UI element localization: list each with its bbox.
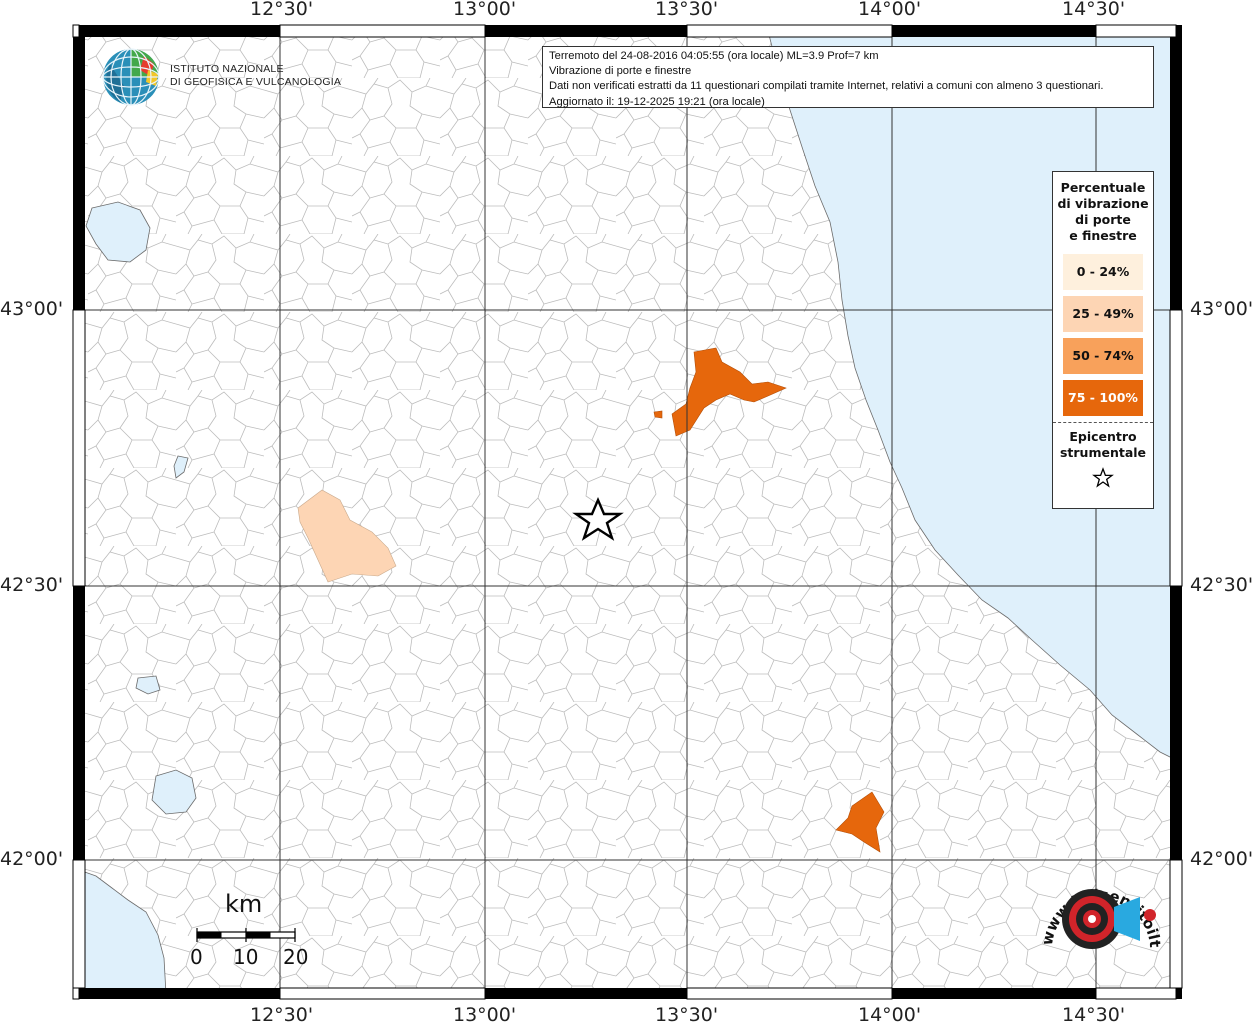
legend-title-line1: Percentuale (1060, 180, 1146, 195)
legend-separator (1053, 422, 1153, 423)
municipality-75-100-small (653, 410, 663, 419)
legend-title-line4: e finestre (1069, 228, 1137, 243)
legend-item-25-49: 25 - 49% (1063, 296, 1143, 332)
scale-title: km (225, 890, 263, 918)
event-info-line1: Terremoto del 24-08-2016 04:05:55 (ora l… (549, 50, 879, 62)
legend-epicenter-line2: strumentale (1059, 445, 1147, 460)
lat-label-right-3: 42°00' (1190, 848, 1254, 870)
lon-label-bottom-2: 13°00' (453, 1004, 517, 1026)
lon-label-bottom-5: 14°30' (1062, 1004, 1126, 1026)
legend-item-50-74: 50 - 74% (1063, 338, 1143, 374)
event-info-line2: Vibrazione di porte e finestre (549, 65, 692, 78)
lat-label-left-3: 42°00' (0, 848, 64, 870)
lon-label-top-1: 12°30' (250, 0, 314, 20)
legend-title-line2: di vibrazione (1057, 196, 1149, 211)
event-info-line4: Aggiornato il: 19-12-2025 19:21 (ora loc… (549, 95, 765, 108)
lat-label-right-2: 42°30' (1190, 574, 1254, 596)
lon-label-top-2: 13°00' (453, 0, 517, 20)
lat-label-left-1: 43°00' (0, 298, 64, 320)
lat-label-right-1: 43°00' (1190, 298, 1254, 320)
lon-label-top-3: 13°30' (655, 0, 719, 20)
hai-sentito-il-terremoto-logo: www.haisentitoilterremoto.it (1030, 857, 1164, 949)
ingv-text-line1: ISTITUTO NAZIONALE (170, 63, 284, 75)
scale-label-10: 10 (233, 945, 259, 969)
lon-label-bottom-4: 14°00' (858, 1004, 922, 1026)
event-info-line3: Dati non verificati estratti da 11 quest… (549, 80, 1104, 93)
lon-label-top-5: 14°30' (1062, 0, 1126, 20)
legend-item-75-100: 75 - 100% (1063, 380, 1143, 416)
legend-item-0-24: 0 - 24% (1063, 254, 1143, 290)
event-info-box: Terremoto del 24-08-2016 04:05:55 (ora l… (542, 46, 1154, 108)
legend-title-line3: di porte (1075, 212, 1131, 227)
lat-label-left-2: 42°30' (0, 574, 64, 596)
lon-label-top-4: 14°00' (858, 0, 922, 20)
legend-epicenter-line1: Epicentro (1069, 429, 1137, 444)
lon-label-bottom-1: 12°30' (250, 1004, 314, 1026)
ingv-globe-icon (102, 48, 160, 106)
legend: Percentuale di vibrazione di porte e fin… (1052, 171, 1154, 509)
scale-label-0: 0 (190, 945, 203, 969)
ingv-logo-text: ISTITUTO NAZIONALE DI GEOFISICA E VULCAN… (170, 63, 341, 89)
scale-label-20: 20 (283, 945, 309, 969)
star-outline-icon (1092, 467, 1114, 488)
lon-label-bottom-3: 13°30' (655, 1004, 719, 1026)
legend-title: Percentuale di vibrazione di porte e fin… (1053, 180, 1153, 244)
ingv-text-line2: DI GEOFISICA E VULCANOLOGIA (170, 76, 342, 88)
